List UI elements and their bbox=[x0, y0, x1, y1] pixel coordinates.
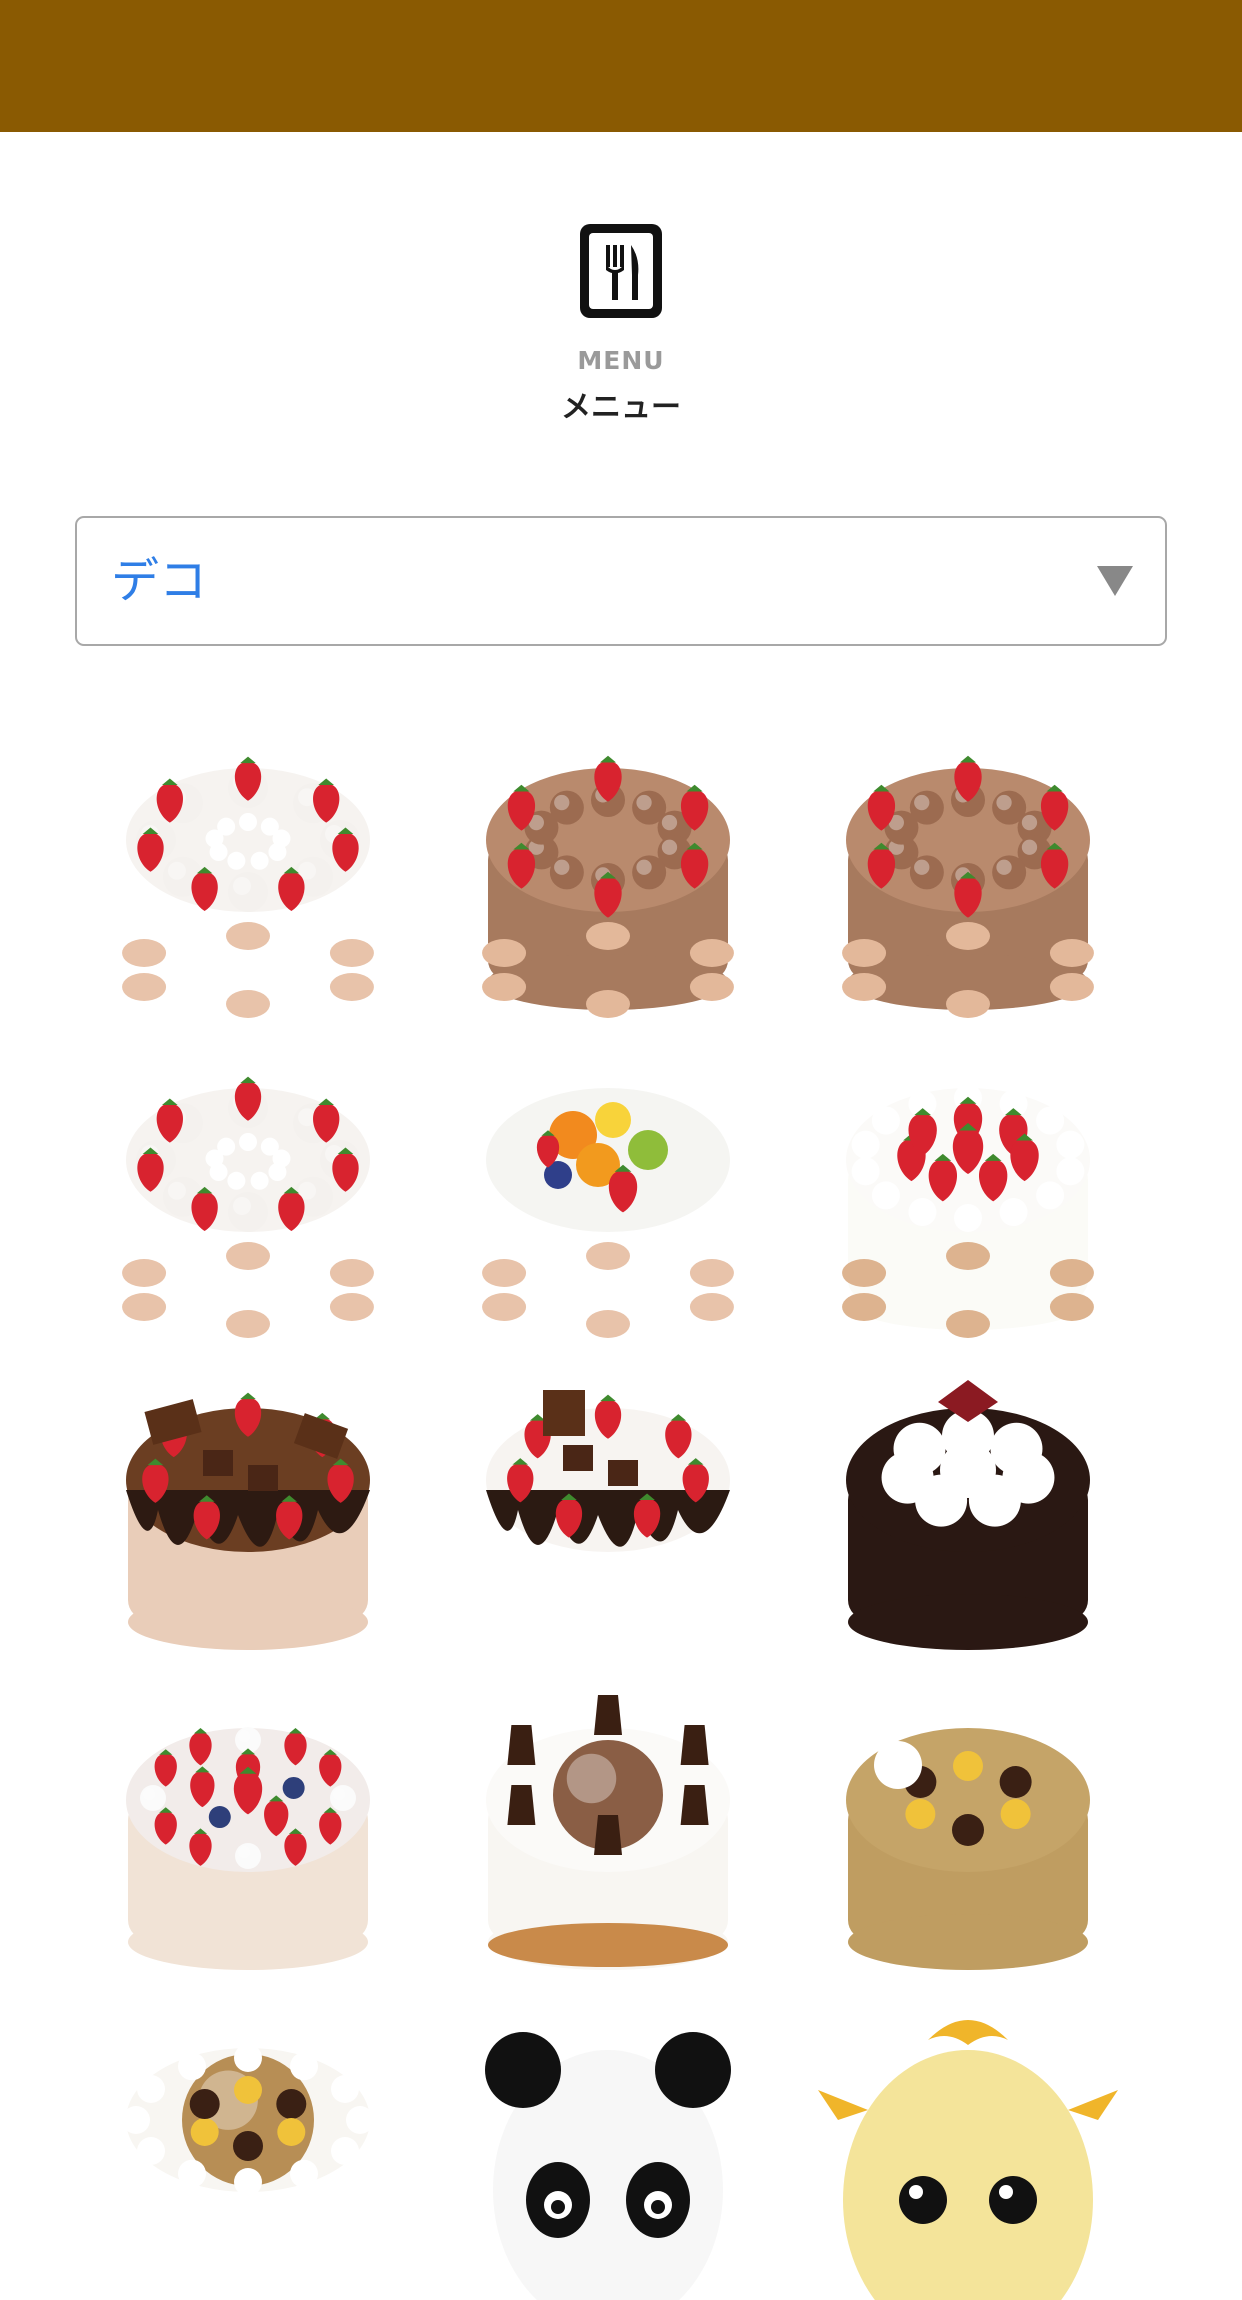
cake-image bbox=[126, 1392, 370, 1650]
cake-image bbox=[122, 1076, 374, 1338]
product-tile[interactable] bbox=[88, 1360, 408, 1660]
product-tile[interactable] bbox=[448, 720, 768, 1020]
cake-image bbox=[842, 755, 1094, 1018]
cake-image bbox=[842, 1084, 1094, 1338]
product-tile[interactable] bbox=[448, 1680, 768, 1980]
cake-image bbox=[482, 755, 734, 1018]
product-grid bbox=[0, 0, 1242, 2300]
product-tile[interactable] bbox=[808, 720, 1128, 1020]
cake-image bbox=[126, 1727, 370, 1970]
product-tile[interactable] bbox=[448, 1040, 768, 1340]
cake-image bbox=[846, 1728, 1090, 1970]
cake-image bbox=[486, 1390, 730, 1650]
product-tile[interactable] bbox=[88, 2000, 408, 2300]
cake-image bbox=[485, 2032, 731, 2300]
product-tile[interactable] bbox=[808, 1360, 1128, 1660]
product-tile[interactable] bbox=[448, 1360, 768, 1660]
product-tile[interactable] bbox=[88, 1680, 408, 1980]
cake-image bbox=[846, 1380, 1090, 1650]
cake-image bbox=[486, 1695, 730, 1970]
cake-image bbox=[122, 756, 374, 1018]
cake-image bbox=[482, 1088, 734, 1338]
product-tile[interactable] bbox=[808, 1680, 1128, 1980]
cake-image bbox=[818, 2020, 1118, 2300]
cake-image bbox=[122, 2044, 374, 2290]
product-tile[interactable] bbox=[88, 720, 408, 1020]
product-tile[interactable] bbox=[808, 2000, 1128, 2300]
product-tile[interactable] bbox=[808, 1040, 1128, 1340]
product-tile[interactable] bbox=[448, 2000, 768, 2300]
product-tile[interactable] bbox=[88, 1040, 408, 1340]
